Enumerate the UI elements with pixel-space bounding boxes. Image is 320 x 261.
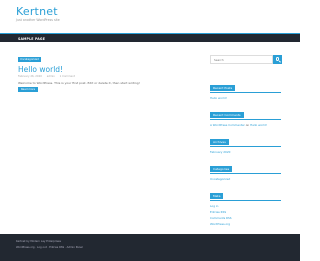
footer-links[interactable]: WordPress.org · Log out · Entries RSS · … (16, 246, 83, 249)
archive-link[interactable]: February 2020 (210, 150, 281, 154)
widget-title: Recent Comments (210, 112, 244, 118)
search-icon (275, 57, 279, 61)
site-title[interactable]: Kertnet (16, 5, 58, 18)
post-comments-link[interactable]: 1 Comment (60, 75, 75, 78)
meta-comments-rss-link[interactable]: Comments RSS (210, 216, 281, 220)
widget-title: Meta (210, 193, 224, 199)
widget-divider (210, 92, 281, 93)
widget-archives: Archives February 2020 (210, 128, 281, 154)
comment-author-link[interactable]: A WordPress Commenter (210, 123, 245, 127)
widget-divider (210, 119, 281, 120)
main-navigation: SAMPLE PAGE (0, 33, 300, 42)
widget-divider (210, 146, 281, 147)
recent-comment: A WordPress Commenter on Hello world! (210, 123, 281, 127)
site-description: Just another WordPress site (16, 18, 60, 22)
widget-title: Categories (210, 166, 233, 172)
widget-recent-comments: Recent Comments A WordPress Commenter on… (210, 101, 281, 127)
widget-meta: Meta Log in Entries RSS Comments RSS Wor… (210, 182, 281, 226)
read-more-button[interactable]: Read more (18, 87, 39, 92)
search-button[interactable] (273, 55, 282, 64)
site-footer: Kertnet by Modern Lay Enterprises WordPr… (0, 234, 300, 261)
post-excerpt: Welcome to WordPress. This is your first… (18, 81, 140, 85)
comment-on-text: on (245, 123, 250, 127)
meta-login-link[interactable]: Log in (210, 204, 281, 208)
meta-entries-rss-link[interactable]: Entries RSS (210, 210, 281, 214)
post-title[interactable]: Hello world! (18, 65, 63, 74)
post-date[interactable]: February 26, 2020 (18, 75, 42, 78)
post-author[interactable]: admin (47, 75, 55, 78)
widget-title: Recent Posts (210, 85, 236, 91)
widget-title: Archives (210, 139, 229, 145)
category-link[interactable]: Uncategorized (210, 177, 281, 181)
recent-post-link[interactable]: Hello world! (210, 96, 281, 100)
nav-item-sample-page[interactable]: SAMPLE PAGE (18, 37, 45, 41)
category-badge[interactable]: Uncategorized (18, 57, 41, 62)
widget-categories: Categories Uncategorized (210, 155, 281, 181)
post-meta: February 26, 2020 admin 1 Comment (18, 75, 79, 78)
comment-post-link[interactable]: Hello world! (250, 123, 267, 127)
meta-wordpress-link[interactable]: WordPress.org (210, 222, 281, 226)
widget-divider (210, 200, 281, 201)
search-input[interactable] (210, 55, 273, 64)
widget-divider (210, 173, 281, 174)
widget-recent-posts: Recent Posts Hello world! (210, 74, 281, 100)
footer-credit[interactable]: Kertnet by Modern Lay Enterprises (16, 240, 61, 243)
site-header: Kertnet Just another WordPress site (0, 0, 300, 33)
